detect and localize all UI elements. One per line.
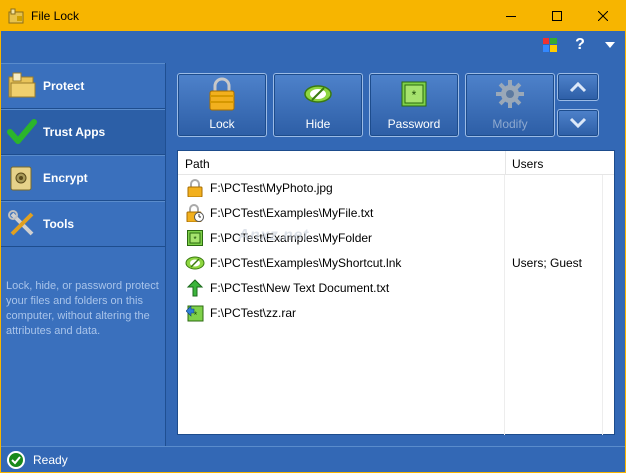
protected-files-list[interactable]: Path Users F:\PCTest\MyPhoto.jpg F:\PCTe… — [177, 150, 615, 435]
padlock-icon — [206, 77, 238, 111]
theme-icon[interactable] — [542, 37, 558, 53]
tools-icon — [7, 209, 37, 239]
maximize-icon — [552, 10, 562, 21]
sidebar-item-label: Encrypt — [43, 171, 88, 185]
row-path: F:\PCTest\Examples\MyFolder — [210, 230, 373, 245]
row-path: F:\PCTest\Examples\MyFile.txt — [210, 205, 374, 220]
column-divider — [602, 175, 603, 435]
list-item[interactable]: * F:\PCTest\zz.rar — [178, 300, 614, 325]
row-path: F:\PCTest\Examples\MyShortcut.lnk — [210, 255, 402, 270]
gear-icon — [494, 77, 526, 111]
list-item[interactable]: F:\PCTest\MyPhoto.jpg — [178, 175, 614, 200]
lock-button[interactable]: Lock — [177, 73, 267, 137]
chevron-down-icon — [569, 117, 587, 129]
chevron-up-icon — [569, 81, 587, 93]
app-icon — [8, 8, 24, 24]
action-toolbar: Lock Hide * Password Modify — [177, 73, 555, 137]
sidebar-item-trust-apps[interactable]: Trust Apps — [1, 109, 165, 155]
column-header-users[interactable]: Users — [505, 151, 603, 174]
list-item[interactable]: F:\PCTest\Examples\MyFile.txt — [178, 200, 614, 225]
password-button[interactable]: * Password — [369, 73, 459, 137]
password-icon: * — [398, 77, 430, 111]
minimize-icon — [506, 15, 516, 17]
row-path: F:\PCTest\New Text Document.txt — [210, 280, 390, 295]
status-text: Ready — [33, 452, 68, 467]
sidebar-description: Lock, hide, or password protect your fil… — [6, 280, 159, 337]
column-header-path[interactable]: Path — [178, 151, 505, 174]
row-users: Users; Guest — [512, 255, 583, 270]
password-button-label: Password — [387, 117, 441, 131]
safe-icon — [7, 163, 37, 193]
hidden-file-icon — [185, 253, 205, 273]
top-icon-bar: ? — [542, 36, 618, 53]
modify-button[interactable]: Modify — [465, 73, 555, 137]
folder-icon — [7, 71, 37, 101]
lock-button-label: Lock — [209, 117, 235, 131]
close-button[interactable] — [580, 0, 626, 31]
checkmark-icon — [7, 117, 37, 147]
sidebar-item-tools[interactable]: Tools — [1, 201, 165, 247]
column-divider — [504, 175, 505, 435]
ready-check-icon — [7, 450, 25, 469]
move-down-button[interactable] — [557, 109, 599, 137]
svg-text:*: * — [412, 88, 417, 102]
list-item[interactable]: F:\PCTest\New Text Document.txt — [178, 275, 614, 300]
list-item[interactable]: F:\PCTest\Examples\MyShortcut.lnk Users;… — [178, 250, 614, 275]
hide-button-label: Hide — [305, 117, 331, 131]
hide-button[interactable]: Hide — [273, 73, 363, 137]
maximize-button[interactable] — [534, 0, 580, 31]
lock-file-icon — [185, 178, 205, 198]
row-path: F:\PCTest\MyPhoto.jpg — [210, 180, 333, 195]
minimize-button[interactable] — [488, 0, 534, 31]
help-icon[interactable]: ? — [572, 36, 588, 53]
svg-text:*: * — [193, 235, 196, 244]
password-shortcut-icon: * — [185, 303, 205, 323]
sidebar-item-encrypt[interactable]: Encrypt — [1, 155, 165, 201]
close-icon — [598, 10, 608, 21]
reorder-buttons — [557, 73, 599, 137]
modify-button-label: Modify — [492, 117, 528, 131]
status-bar: Ready — [1, 446, 625, 472]
row-path: F:\PCTest\zz.rar — [210, 305, 297, 320]
sidebar: Protect Trust Apps Encrypt Tools Lock, h… — [1, 63, 166, 446]
eye-hide-icon — [302, 77, 334, 111]
window-title: File Lock — [31, 8, 80, 23]
green-arrow-icon — [185, 278, 205, 298]
list-header: Path Users — [178, 151, 614, 175]
sidebar-item-label: Trust Apps — [43, 125, 106, 139]
title-bar: File Lock — [0, 0, 626, 31]
list-item[interactable]: * F:\PCTest\Examples\MyFolder — [178, 225, 614, 250]
sidebar-item-label: Tools — [43, 217, 75, 231]
sidebar-item-label: Protect — [43, 79, 85, 93]
svg-text:*: * — [194, 310, 198, 320]
move-up-button[interactable] — [557, 73, 599, 101]
lock-clock-icon — [185, 203, 205, 223]
menu-dropdown-icon[interactable] — [602, 37, 618, 53]
password-file-icon: * — [185, 228, 205, 248]
sidebar-item-protect[interactable]: Protect — [1, 63, 165, 109]
